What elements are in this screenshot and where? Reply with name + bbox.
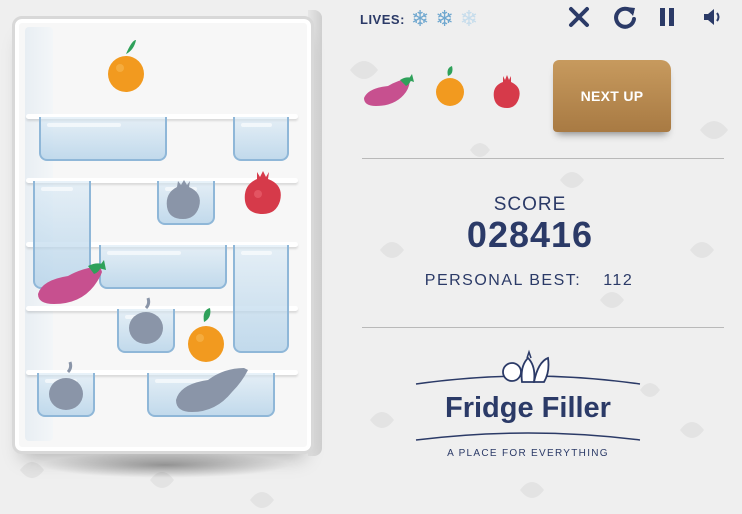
divider [362, 327, 724, 328]
personal-best: PERSONAL BEST: 112 [362, 272, 696, 290]
snowflake-icon: ❄ [410, 6, 430, 31]
eggplant-silhouette [176, 368, 248, 412]
orange [188, 308, 224, 362]
logo-tagline: A PLACE FOR EVERYTHING [447, 448, 609, 459]
pause-icon [660, 8, 674, 26]
pause-button[interactable] [652, 3, 682, 31]
falling-orange[interactable] [104, 40, 150, 96]
personal-best-value: 112 [603, 272, 634, 289]
logo-title: Fridge Filler [445, 392, 611, 424]
score-value: 028416 [466, 214, 594, 255]
plum-silhouette [129, 297, 163, 344]
fridge-shadow [40, 452, 290, 478]
next-up-label: NEXT UP [580, 88, 644, 104]
close-icon [569, 7, 589, 27]
plum-silhouette [49, 361, 83, 410]
restart-button[interactable] [610, 3, 640, 31]
fridge-filler-logo: Fridge Filler A PLACE FOR EVERYTHING [414, 340, 642, 470]
pomegranate [244, 171, 281, 214]
snowflake-icon: ❄ [435, 6, 454, 31]
score-label: SCORE [493, 194, 567, 215]
queue-orange [436, 66, 464, 106]
fridge-bin[interactable] [39, 117, 167, 161]
queue-pomegranate [493, 75, 520, 108]
fridge-bin[interactable] [233, 245, 289, 353]
divider [362, 158, 724, 159]
lives-label: LIVES: [360, 11, 405, 27]
lives-indicator: LIVES: ❄ ❄ ❄ [360, 8, 478, 30]
next-up-bag: NEXT UP [553, 60, 671, 132]
sound-icon [704, 9, 720, 25]
sound-button[interactable] [698, 3, 728, 31]
fridge-bin[interactable] [233, 117, 289, 161]
fridge-bin[interactable] [99, 245, 227, 289]
queue-eggplant [364, 74, 414, 106]
pomegranate-silhouette [166, 180, 200, 219]
restart-icon [614, 6, 636, 29]
close-button[interactable] [564, 3, 594, 31]
personal-best-label: PERSONAL BEST: [424, 272, 582, 289]
eggplant [38, 260, 106, 304]
snowflake-icon: ❄ [459, 6, 479, 31]
